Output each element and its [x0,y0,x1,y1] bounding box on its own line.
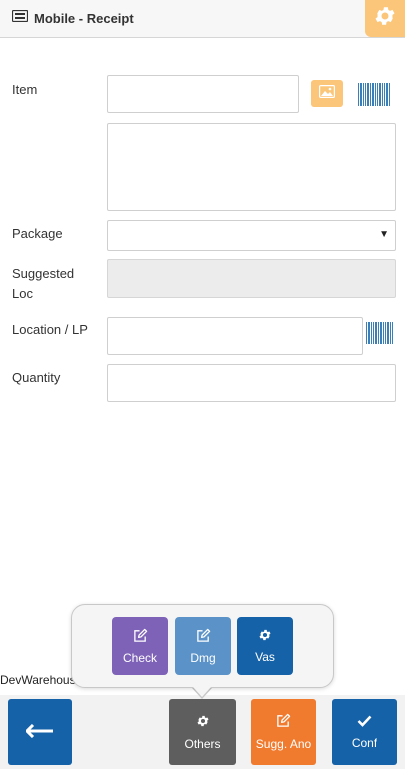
app-header: Mobile - Receipt [0,0,405,38]
gear-icon [258,628,272,645]
item-barcode-scan-button[interactable] [358,83,391,106]
item-input[interactable] [107,75,299,113]
receipt-icon [11,9,29,27]
suggested-loc-label-line2: Loc [12,286,33,301]
quantity-input[interactable] [107,364,396,402]
others-button[interactable]: Others [169,699,236,765]
gear-icon [373,4,397,33]
back-button[interactable] [8,699,72,765]
others-button-label: Others [184,736,221,751]
quantity-label: Quantity [12,370,61,385]
caret-down-icon: ▼ [379,229,389,240]
sugg-ano-button-label: Sugg. Ano [255,737,312,751]
suggested-loc-label: Suggested Loc [12,264,74,304]
settings-button[interactable] [365,0,405,37]
package-label: Package [12,226,63,241]
arrow-left-icon [24,723,54,741]
page-title: Mobile - Receipt [34,10,134,26]
check-icon [357,715,372,730]
item-label: Item [12,82,38,97]
warehouse-name: DevWarehouse [0,673,78,687]
image-button[interactable] [311,80,343,107]
edit-icon [133,628,148,646]
edit-icon [276,713,291,731]
item-description-textarea[interactable] [107,123,396,211]
check-button[interactable]: Check [112,617,168,675]
confirm-button[interactable]: Conf [332,699,397,765]
header-title-wrap: Mobile - Receipt [11,9,134,27]
location-lp-input[interactable] [107,317,363,355]
dmg-button-label: Dmg [190,650,216,665]
dmg-button[interactable]: Dmg [175,617,231,675]
gear-icon [196,714,210,731]
edit-icon [196,628,211,646]
sugg-ano-button[interactable]: Sugg. Ano [251,699,316,765]
suggested-loc-field [107,259,396,298]
location-barcode-scan-button[interactable] [366,322,394,344]
location-lp-label: Location / LP [12,322,88,337]
popup-arrow [193,687,211,697]
vas-button-label: Vas [255,650,275,664]
vas-button[interactable]: Vas [237,617,293,675]
check-button-label: Check [122,650,157,665]
image-icon [319,84,336,103]
package-select[interactable]: ▼ [107,220,396,251]
suggested-loc-label-line1: Suggested [12,266,75,281]
confirm-button-label: Conf [351,735,378,750]
